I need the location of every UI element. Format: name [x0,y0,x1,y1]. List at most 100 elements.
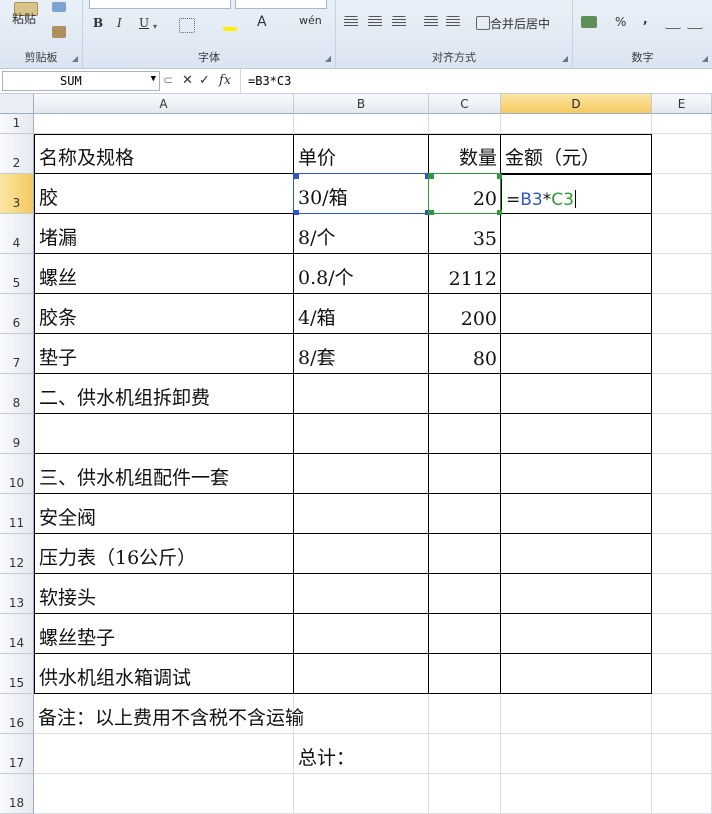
cell-d15[interactable] [501,654,652,694]
cell-b5[interactable]: 0.8/个 [294,254,429,294]
copy-icon[interactable] [52,2,66,12]
font-launcher-icon[interactable]: ◢ [325,54,331,63]
cell-d17[interactable] [501,734,652,774]
cell-a3[interactable]: 胶 [34,174,294,214]
cell-c8[interactable] [429,374,501,414]
cell-e18[interactable] [652,774,712,814]
cell-a4[interactable]: 堵漏 [34,214,294,254]
range-handle[interactable] [294,210,299,215]
range-handle[interactable] [294,174,299,179]
cell-b4[interactable]: 8/个 [294,214,429,254]
column-header-d[interactable]: D [501,94,652,114]
cell-a5[interactable]: 螺丝 [34,254,294,294]
decrease-indent-icon[interactable] [424,16,438,28]
cell-d3[interactable]: =B3*C3 [501,174,652,214]
cell-e5[interactable] [652,254,712,294]
cell-c16[interactable] [429,694,501,734]
clipboard-launcher-icon[interactable]: ◢ [72,54,78,63]
cell-e8[interactable] [652,374,712,414]
percent-button[interactable]: % [615,15,626,29]
row-header-6[interactable]: 6 [0,294,34,334]
merge-center-button[interactable]: 合并后居中 [490,15,550,32]
cell-c5[interactable]: 2112 [429,254,501,294]
cell-b16[interactable] [294,694,429,734]
cell-e6[interactable] [652,294,712,334]
underline-dropdown-icon[interactable]: ▾ [151,18,157,32]
formula-input[interactable]: =B3*C3 [248,74,291,88]
cell-b12[interactable] [294,534,429,574]
cell-c4[interactable]: 35 [429,214,501,254]
cell-e2[interactable] [652,134,712,174]
cell-e17[interactable] [652,734,712,774]
cell-a14[interactable]: 螺丝垫子 [34,614,294,654]
cell-c6[interactable]: 200 [429,294,501,334]
cell-d2[interactable]: 金额（元） [501,134,652,174]
cell-e16[interactable] [652,694,712,734]
cell-e13[interactable] [652,574,712,614]
font-name-combo[interactable] [89,0,231,9]
cell-e7[interactable] [652,334,712,374]
insert-function-icon[interactable]: fx [219,73,231,88]
italic-button[interactable]: I [117,16,122,30]
cell-b1[interactable] [294,114,429,134]
cell-d5[interactable] [501,254,652,294]
cell-a13[interactable]: 软接头 [34,574,294,614]
row-header-4[interactable]: 4 [0,214,34,254]
cell-e10[interactable] [652,454,712,494]
cell-e4[interactable] [652,214,712,254]
cell-a6[interactable]: 胶条 [34,294,294,334]
cell-d6[interactable] [501,294,652,334]
column-header-a[interactable]: A [34,94,294,114]
row-header-16[interactable]: 16 [0,694,34,734]
cell-d13[interactable] [501,574,652,614]
cell-e12[interactable] [652,534,712,574]
underline-button[interactable]: U [139,16,149,30]
number-launcher-icon[interactable]: ◢ [702,54,708,63]
cell-d18[interactable] [501,774,652,814]
cell-c17[interactable] [429,734,501,774]
cell-d9[interactable] [501,414,652,454]
cell-b18[interactable] [294,774,429,814]
format-painter-icon[interactable] [52,26,66,38]
paste-button[interactable]: 粘贴 [12,10,36,27]
row-header-9[interactable]: 9 [0,414,34,454]
cell-d8[interactable] [501,374,652,414]
row-header-18[interactable]: 18 [0,774,34,814]
row-header-14[interactable]: 14 [0,614,34,654]
row-header-7[interactable]: 7 [0,334,34,374]
cell-c15[interactable] [429,654,501,694]
bold-button[interactable]: B [93,16,103,30]
cell-c1[interactable] [429,114,501,134]
cell-a10[interactable]: 三、供水机组配件一套 [34,454,294,494]
comma-button[interactable]: , [643,12,648,26]
cell-b9[interactable] [294,414,429,454]
align-center-icon[interactable] [368,16,382,28]
cell-a2[interactable]: 名称及规格 [34,134,294,174]
cell-e14[interactable] [652,614,712,654]
cell-c2[interactable]: 数量 [429,134,501,174]
cell-e15[interactable] [652,654,712,694]
cell-e9[interactable] [652,414,712,454]
row-header-3[interactable]: 3 [0,174,34,214]
row-header-10[interactable]: 10 [0,454,34,494]
currency-format-icon[interactable] [581,16,597,28]
cell-b10[interactable] [294,454,429,494]
increase-indent-icon[interactable] [446,16,460,28]
column-header-c[interactable]: C [429,94,501,114]
cell-a16[interactable]: 备注：以上费用不含税不含运输 [34,694,304,734]
range-handle[interactable] [497,174,502,179]
cell-d16[interactable] [501,694,652,734]
cell-d14[interactable] [501,614,652,654]
cell-a17[interactable] [34,734,294,774]
cancel-icon[interactable]: ✕ [182,73,193,88]
cell-d7[interactable] [501,334,652,374]
cell-b13[interactable] [294,574,429,614]
cell-d1[interactable] [501,114,652,134]
cell-b11[interactable] [294,494,429,534]
row-header-5[interactable]: 5 [0,254,34,294]
select-all-corner[interactable] [0,94,34,114]
cell-b14[interactable] [294,614,429,654]
font-color-button[interactable]: A [257,14,267,30]
align-right-icon[interactable] [392,16,406,28]
cell-a15[interactable]: 供水机组水箱调试 [34,654,294,694]
